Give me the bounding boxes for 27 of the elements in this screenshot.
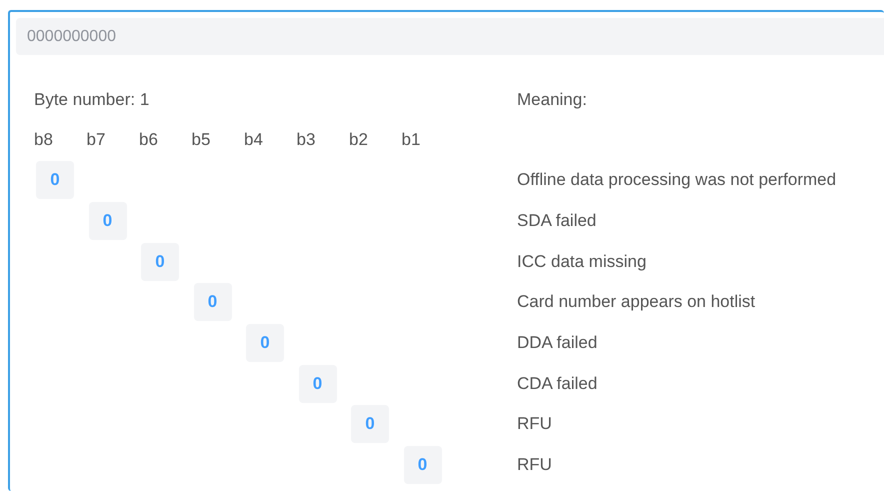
byte-number-label: Byte number: 1 [34,90,150,110]
bit-value: 0 [351,405,389,444]
bit-meaning: Offline data processing was not performed [517,170,836,190]
bit-header: b5 [192,130,212,150]
bit-meaning: Card number appears on hotlist [517,292,756,312]
bit-value: 0 [246,324,284,362]
bit-meaning: RFU [517,414,552,434]
bit-header: b1 [402,130,420,150]
bit-header: b3 [296,130,316,150]
bit-meaning: SDA failed [517,211,596,232]
bit-meaning: DDA failed [517,333,598,354]
bit-meaning: CDA failed [517,374,598,394]
meaning-label: Meaning: [517,90,587,110]
bit-header: b4 [244,130,264,150]
bit-value: 0 [404,446,442,484]
bit-meaning: RFU [517,455,552,476]
bit-meaning: ICC data missing [517,252,646,272]
bit-value: 0 [298,364,336,403]
bit-value: 0 [194,283,232,322]
bit-header: b6 [139,130,159,150]
bit-header: b8 [34,130,54,150]
input-field[interactable]: 0000000000 [16,18,884,55]
bit-header: b2 [349,130,369,150]
bit-value: 0 [88,202,126,240]
bit-value: 0 [36,161,74,200]
bit-header: b7 [86,130,106,150]
bit-value: 0 [141,242,179,281]
